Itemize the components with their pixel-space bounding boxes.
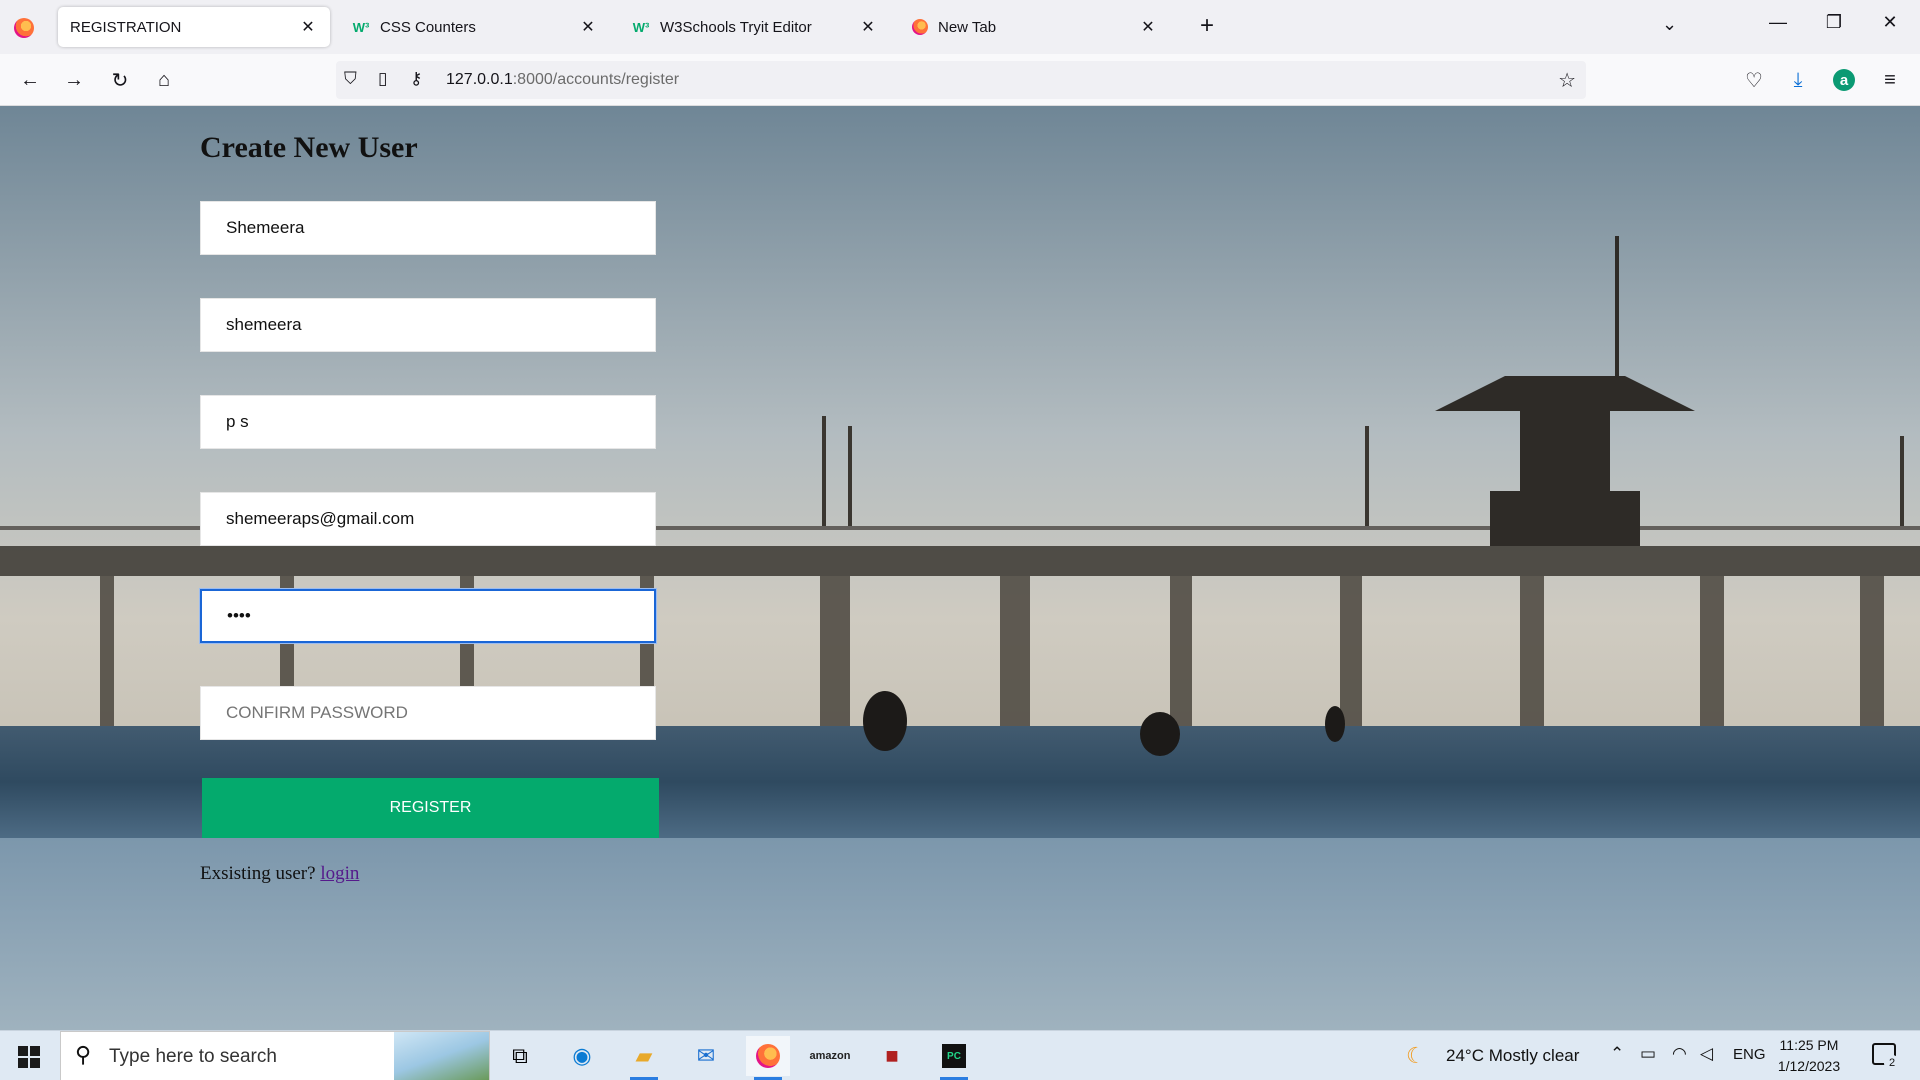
registration-page: Create New User REGISTER Exsisting user?…	[0, 106, 1920, 1030]
volume-icon[interactable]: ◁	[1700, 1044, 1713, 1064]
first-name-field[interactable]	[200, 201, 656, 255]
navigation-bar: ← → ↻ ⌂ ⛉ ▯ ⚷ 127.0.0.1:8000/accounts/re…	[0, 54, 1920, 106]
tab-label: CSS Counters	[380, 18, 476, 36]
pycharm-logo: PC	[942, 1044, 966, 1068]
tab-label: New Tab	[938, 18, 997, 36]
restore-icon[interactable]: ❐	[1811, 12, 1857, 33]
clock-date: 1/12/2023	[1777, 1058, 1841, 1074]
clock[interactable]: 11:25 PM 1/12/2023	[1764, 1035, 1854, 1077]
windows-start-icon[interactable]	[18, 1046, 40, 1068]
url-path: :8000/accounts/register	[512, 71, 680, 88]
battery-icon[interactable]: ▭	[1640, 1044, 1656, 1064]
password-field[interactable]	[200, 589, 656, 643]
close-tab-icon[interactable]: ✕	[858, 17, 878, 37]
close-tab-icon[interactable]: ✕	[1138, 17, 1158, 37]
show-hidden-icons-icon[interactable]: ⌃	[1610, 1044, 1624, 1064]
list-all-tabs-icon[interactable]: ⌄	[1662, 14, 1677, 35]
weather-icon[interactable]: ☾	[1406, 1043, 1426, 1069]
firefox-taskbar-icon[interactable]	[746, 1036, 790, 1080]
weather-text[interactable]: 24°C Mostly clear	[1446, 1046, 1579, 1066]
avatar: a	[1833, 69, 1855, 91]
username-field[interactable]	[200, 298, 656, 352]
page-title: Create New User	[200, 131, 418, 164]
url-text[interactable]: 127.0.0.1:8000/accounts/register	[446, 71, 679, 89]
pocket-icon[interactable]: ♡	[1740, 66, 1768, 94]
mail-icon[interactable]: ✉	[684, 1036, 728, 1076]
tab-css-counters[interactable]: W³ CSS Counters ✕	[340, 7, 610, 47]
downloads-icon[interactable]: ⤓	[1784, 66, 1812, 94]
language-indicator[interactable]: ENG	[1733, 1046, 1766, 1063]
game-app-icon[interactable]: ■	[870, 1036, 914, 1076]
tab-label: REGISTRATION	[70, 18, 182, 36]
forward-icon[interactable]: →	[60, 66, 88, 94]
last-name-field[interactable]	[200, 395, 656, 449]
home-icon[interactable]: ⌂	[150, 66, 178, 94]
tab-registration[interactable]: REGISTRATION ✕	[58, 7, 330, 47]
bookmark-star-icon[interactable]: ☆	[1558, 68, 1576, 93]
tab-label: W3Schools Tryit Editor	[660, 18, 812, 36]
existing-user-text: Exsisting user?	[200, 863, 316, 884]
close-tab-icon[interactable]: ✕	[578, 17, 598, 37]
account-icon[interactable]: a	[1830, 66, 1858, 94]
wifi-icon[interactable]: ◠	[1672, 1044, 1687, 1064]
new-tab-button[interactable]: +	[1192, 12, 1222, 40]
firefox-icon	[756, 1044, 780, 1068]
w3schools-icon: W³	[632, 19, 650, 35]
tab-w3schools-tryit[interactable]: W³ W3Schools Tryit Editor ✕	[620, 7, 890, 47]
tab-bar: REGISTRATION ✕ W³ CSS Counters ✕ W³ W3Sc…	[0, 0, 1920, 54]
taskbar-search-box[interactable]: ⚲ Type here to search	[60, 1031, 490, 1080]
existing-user-prompt: Exsisting user? login	[200, 863, 359, 885]
firefox-menu-icon[interactable]	[14, 18, 34, 38]
address-bar[interactable]: ⛉ ▯ ⚷ 127.0.0.1:8000/accounts/register ☆	[336, 61, 1586, 99]
hamburger-menu-icon[interactable]: ≡	[1876, 66, 1904, 94]
edge-icon[interactable]: ◉	[560, 1036, 604, 1076]
w3schools-icon: W³	[352, 19, 370, 35]
search-placeholder: Type here to search	[109, 1046, 277, 1067]
confirm-password-field[interactable]	[200, 686, 656, 740]
task-view-icon[interactable]: ⧉	[498, 1036, 542, 1076]
email-field[interactable]	[200, 492, 656, 546]
login-link[interactable]: login	[320, 863, 359, 884]
windows-taskbar: ⚲ Type here to search ⧉ ◉ ▰ ✉ amazon ■ P…	[0, 1030, 1920, 1080]
search-highlight-image	[394, 1032, 489, 1080]
minimize-icon[interactable]: —	[1755, 12, 1801, 33]
search-icon: ⚲	[75, 1042, 92, 1067]
pycharm-icon[interactable]: PC	[932, 1036, 976, 1080]
register-button[interactable]: REGISTER	[202, 778, 659, 838]
key-icon[interactable]: ⚷	[410, 69, 422, 89]
back-icon[interactable]: ←	[16, 66, 44, 94]
url-host: 127.0.0.1	[446, 71, 513, 88]
firefox-icon	[912, 19, 928, 35]
amazon-icon[interactable]: amazon	[808, 1036, 852, 1076]
notification-badge: 2	[1884, 1055, 1900, 1071]
close-window-icon[interactable]: ✕	[1867, 12, 1913, 33]
tab-new-tab[interactable]: New Tab ✕	[900, 7, 1170, 47]
clock-time: 11:25 PM	[1779, 1037, 1839, 1053]
page-icon[interactable]: ▯	[378, 69, 387, 89]
close-tab-icon[interactable]: ✕	[298, 17, 318, 37]
reload-icon[interactable]: ↻	[106, 66, 134, 94]
file-explorer-icon[interactable]: ▰	[622, 1036, 666, 1080]
shield-icon[interactable]: ⛉	[344, 69, 357, 89]
